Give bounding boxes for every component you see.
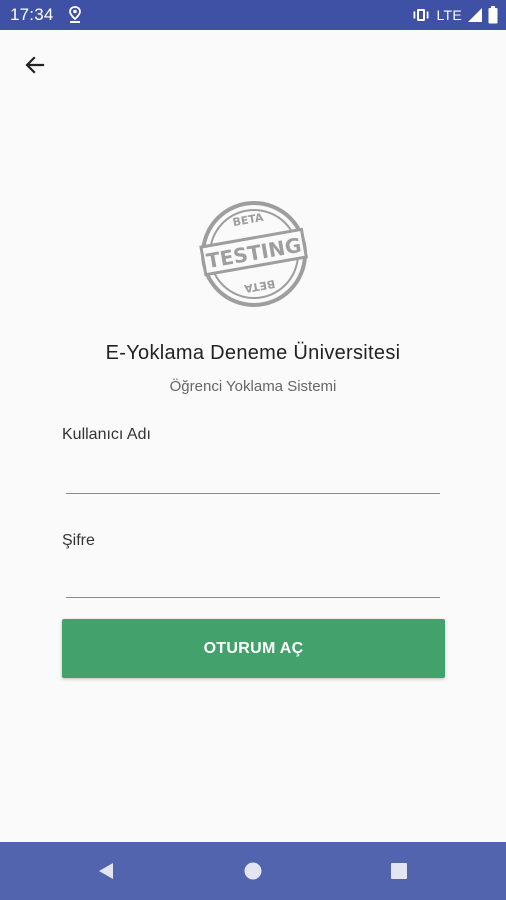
home-circle-icon	[244, 862, 262, 880]
status-bar: 17:34 LTE	[0, 0, 506, 30]
stamp-bottom-text: BETA	[243, 277, 276, 295]
signal-icon	[468, 8, 482, 22]
battery-icon	[488, 6, 498, 24]
vibrate-icon	[413, 9, 429, 21]
recents-square-icon	[391, 863, 407, 879]
status-time: 17:34	[10, 5, 54, 24]
username-input[interactable]	[66, 459, 440, 494]
location-notification-icon	[69, 6, 81, 23]
nav-recents-button[interactable]	[384, 856, 414, 886]
app-title: E-Yoklama Deneme Üniversitesi	[105, 342, 401, 364]
nav-home-button[interactable]	[238, 856, 268, 886]
password-input[interactable]	[66, 563, 440, 598]
login-button[interactable]: OTURUM AÇ	[62, 619, 445, 678]
back-button[interactable]	[18, 48, 52, 82]
arrow-left-icon	[25, 56, 45, 74]
password-label: Şifre	[62, 532, 95, 549]
back-triangle-icon	[99, 863, 113, 879]
username-label: Kullanıcı Adı	[62, 426, 151, 443]
nav-back-button[interactable]	[91, 856, 121, 886]
app-subtitle: Öğrenci Yoklama Sistemi	[169, 378, 337, 395]
login-screen: 17:34 LTE BETA TESTING BETA E-Yoklama De…	[0, 0, 506, 900]
network-type: LTE	[436, 7, 462, 23]
navigation-bar	[0, 842, 506, 900]
beta-testing-stamp-logo: BETA TESTING BETA	[199, 201, 309, 307]
status-icons: LTE	[411, 5, 498, 25]
